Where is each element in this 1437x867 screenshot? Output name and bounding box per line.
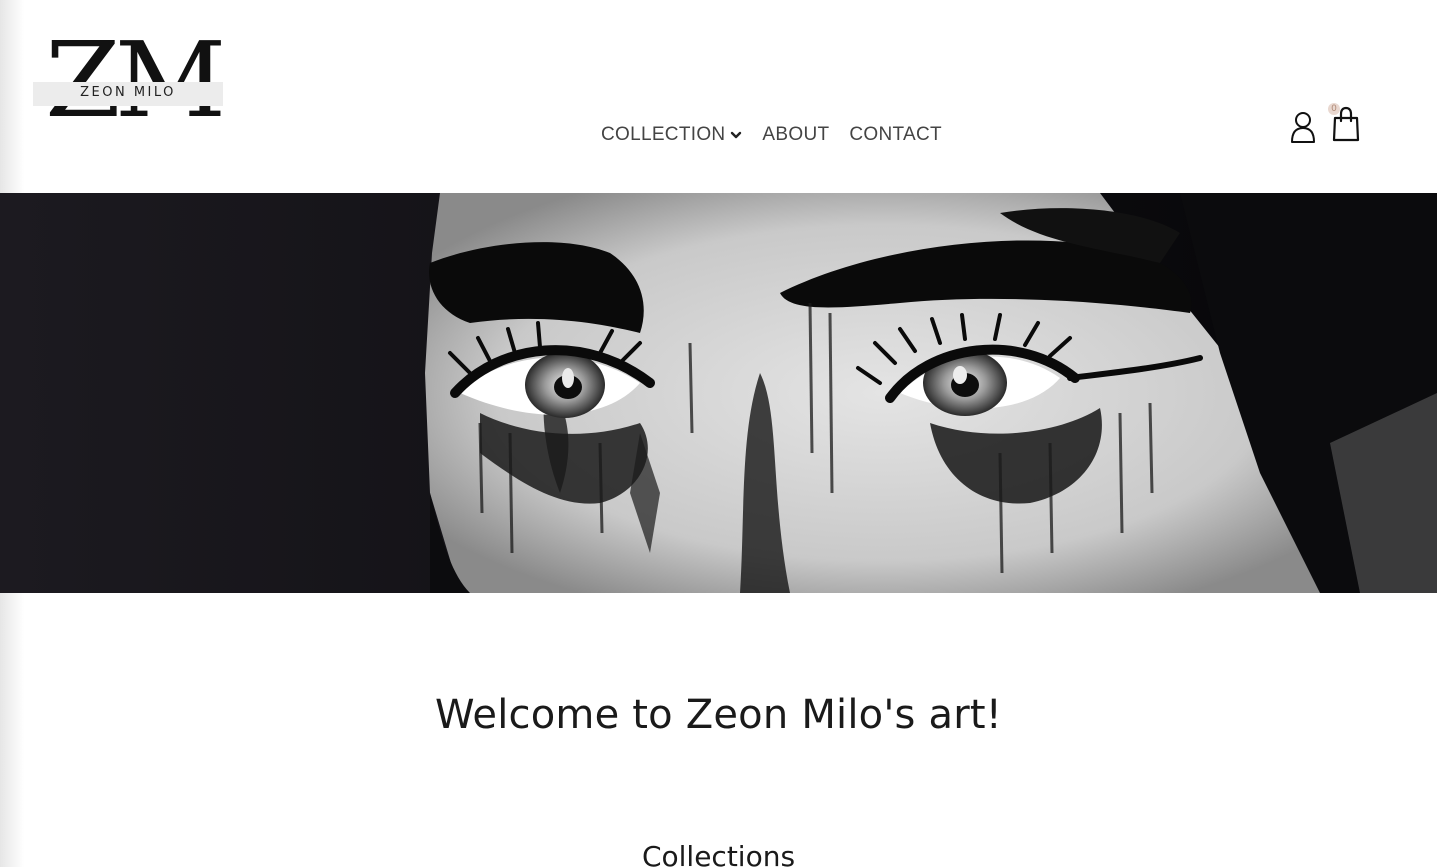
hero-banner-image bbox=[0, 193, 1437, 593]
hero-artwork bbox=[0, 193, 1437, 593]
collections-heading: Collections bbox=[641, 840, 796, 867]
logo-wordmark: ZEON MILO bbox=[80, 85, 176, 100]
nav-item-label: ABOUT bbox=[762, 124, 830, 145]
nav-item-collection[interactable]: COLLECTION bbox=[601, 124, 742, 146]
chevron-down-icon bbox=[731, 131, 742, 139]
nav-item-label: CONTACT bbox=[849, 124, 942, 145]
nav-item-label: COLLECTION bbox=[601, 124, 726, 145]
main-nav: COLLECTION ABOUT CONTACT bbox=[601, 124, 942, 146]
user-icon[interactable] bbox=[1289, 110, 1317, 144]
cart-count-badge: 0 bbox=[1328, 103, 1340, 115]
welcome-heading: Welcome to Zeon Milo's art! bbox=[435, 692, 1002, 738]
site-logo[interactable]: ZM ZEON MILO bbox=[33, 28, 226, 137]
nav-item-contact[interactable]: CONTACT bbox=[849, 124, 942, 146]
page: ZM ZEON MILO COLLECTION ABOUT CONTACT 0 bbox=[0, 0, 1437, 867]
nav-item-about[interactable]: ABOUT bbox=[762, 124, 829, 146]
logo-monogram: ZM bbox=[45, 19, 226, 141]
